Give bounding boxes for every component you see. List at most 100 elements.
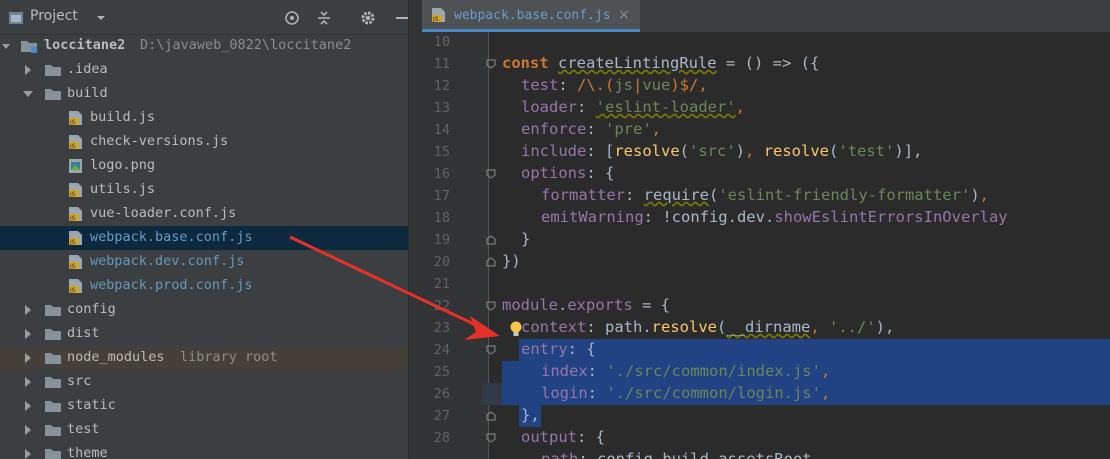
code-editor[interactable]: 10 11 12 13 14 15 16 17 18 19 20 21 22 2…	[422, 32, 1110, 459]
folder-icon	[45, 305, 61, 316]
tree-item-theme[interactable]: theme	[0, 442, 408, 459]
chevron-right-icon[interactable]	[22, 304, 34, 316]
image-file-icon	[69, 159, 82, 173]
tree-item-config[interactable]: config	[0, 298, 408, 322]
tree-item-webpack-dev[interactable]: JS webpack.dev.conf.js	[0, 250, 408, 274]
code-text: : config.build.assetsRoot,	[578, 450, 821, 459]
code-text: : path.	[586, 318, 652, 336]
fold-marker-icon[interactable]	[486, 257, 496, 267]
chevron-right-icon[interactable]	[22, 328, 34, 340]
chevron-right-icon[interactable]	[22, 64, 34, 76]
fold-marker-icon[interactable]	[486, 235, 496, 245]
chevron-down-icon[interactable]	[0, 40, 12, 52]
fold-marker-icon[interactable]	[486, 411, 496, 421]
project-panel-title[interactable]: Project	[30, 8, 78, 24]
chevron-right-icon[interactable]	[22, 376, 34, 388]
identifier: createLintingRule	[558, 54, 717, 72]
function-call: resolve	[651, 318, 717, 336]
string: 'eslint-friendly-formatter'	[718, 186, 971, 204]
tree-item-label: theme	[67, 445, 108, 459]
code-text: : {	[577, 428, 605, 446]
string: 'test'	[838, 142, 895, 160]
tree-item-node-modules[interactable]: node_modules library root	[0, 346, 408, 370]
chevron-down-icon[interactable]	[22, 88, 34, 100]
tree-item-webpack-prod[interactable]: JS webpack.prod.conf.js	[0, 274, 408, 298]
tree-item-idea[interactable]: .idea	[0, 58, 408, 82]
code-text: (	[716, 318, 727, 336]
minimize-icon[interactable]	[394, 10, 408, 26]
folder-icon	[45, 353, 61, 364]
code-line-27: },	[521, 406, 540, 424]
line-number: 18	[433, 210, 450, 226]
line-number: 27	[433, 408, 450, 424]
property: emitWarning	[541, 208, 644, 226]
code-text: = {	[632, 296, 670, 314]
chevron-right-icon[interactable]	[22, 400, 34, 412]
svg-text:JS: JS	[69, 239, 76, 246]
gear-icon[interactable]	[360, 10, 376, 26]
caret-line-marker	[482, 383, 502, 405]
locate-file-icon[interactable]	[284, 10, 300, 26]
tree-item-test[interactable]: test	[0, 418, 408, 442]
selection-highlight	[519, 339, 1110, 361]
code-line-15: include: [resolve('src'), resolve('test'…	[521, 142, 923, 160]
code-text: : !config.dev.	[643, 208, 775, 226]
regex: js	[614, 76, 633, 94]
js-file-icon: JS	[69, 255, 82, 270]
chevron-down-icon[interactable]	[96, 13, 106, 23]
fold-marker-icon[interactable]	[486, 169, 496, 179]
property: output	[521, 428, 577, 446]
project-panel-header: Project	[0, 0, 408, 35]
tree-item-loccitane2[interactable]: loccitane2 D:\javaweb_0822\loccitane2	[0, 34, 408, 58]
chevron-right-icon[interactable]	[22, 352, 34, 364]
code-line-12: test: /\.(js|vue)$/,	[521, 76, 708, 94]
line-number: 24	[433, 342, 450, 358]
function-call: require	[643, 186, 709, 204]
fold-marker-icon[interactable]	[486, 345, 496, 355]
line-number: 22	[433, 298, 450, 314]
folder-icon	[45, 401, 61, 412]
tree-item-src[interactable]: src	[0, 370, 408, 394]
property: path	[541, 450, 579, 459]
chevron-right-icon[interactable]	[22, 424, 34, 436]
tree-item-static[interactable]: static	[0, 394, 408, 418]
tree-item-label: test	[67, 421, 100, 437]
code-text: },	[521, 406, 540, 424]
js-file-icon: JS	[69, 279, 82, 294]
code-text: = () => ({	[716, 54, 820, 72]
tree-item-dist[interactable]: dist	[0, 322, 408, 346]
tree-item-build-js[interactable]: JS build.js	[0, 106, 408, 130]
tree-item-webpack-base[interactable]: JS webpack.base.conf.js	[0, 226, 408, 250]
code-text: ,	[698, 76, 708, 94]
tree-item-label: src	[67, 373, 92, 389]
svg-text:JS: JS	[69, 215, 76, 222]
fold-marker-icon[interactable]	[486, 433, 496, 443]
folder-icon	[45, 89, 61, 100]
regex: /\.(	[577, 76, 615, 94]
fold-marker-icon[interactable]	[486, 59, 496, 69]
js-file-icon: JS	[69, 231, 82, 246]
tab-webpack-base-conf[interactable]: JS webpack.base.conf.js ×	[422, 0, 640, 32]
tree-item-logo[interactable]: logo.png	[0, 154, 408, 178]
tree-item-build[interactable]: build	[0, 82, 408, 106]
fold-marker-icon[interactable]	[486, 301, 496, 311]
code-line-19: }	[521, 230, 530, 248]
close-icon[interactable]: ×	[618, 7, 630, 23]
folder-icon	[45, 377, 61, 388]
tree-item-vue-loader[interactable]: JS vue-loader.conf.js	[0, 202, 408, 226]
tree-item-check-versions[interactable]: JS check-versions.js	[0, 130, 408, 154]
code-text: })	[502, 252, 521, 270]
tree-item-utils[interactable]: JS utils.js	[0, 178, 408, 202]
line-number: 21	[433, 276, 450, 292]
chevron-right-icon[interactable]	[22, 448, 34, 459]
property: loader	[521, 98, 577, 116]
js-file-icon: JS	[69, 183, 82, 198]
property: include	[521, 142, 587, 160]
panel-splitter[interactable]	[408, 0, 423, 459]
project-view-icon[interactable]	[8, 10, 24, 26]
tree-item-label: .idea	[67, 61, 108, 77]
collapse-all-icon[interactable]	[316, 10, 332, 26]
tree-item-label: logo.png	[90, 157, 156, 173]
tree-item-path: D:\javaweb_0822\loccitane2	[140, 37, 352, 53]
string: 'eslint-loader'	[595, 98, 736, 116]
